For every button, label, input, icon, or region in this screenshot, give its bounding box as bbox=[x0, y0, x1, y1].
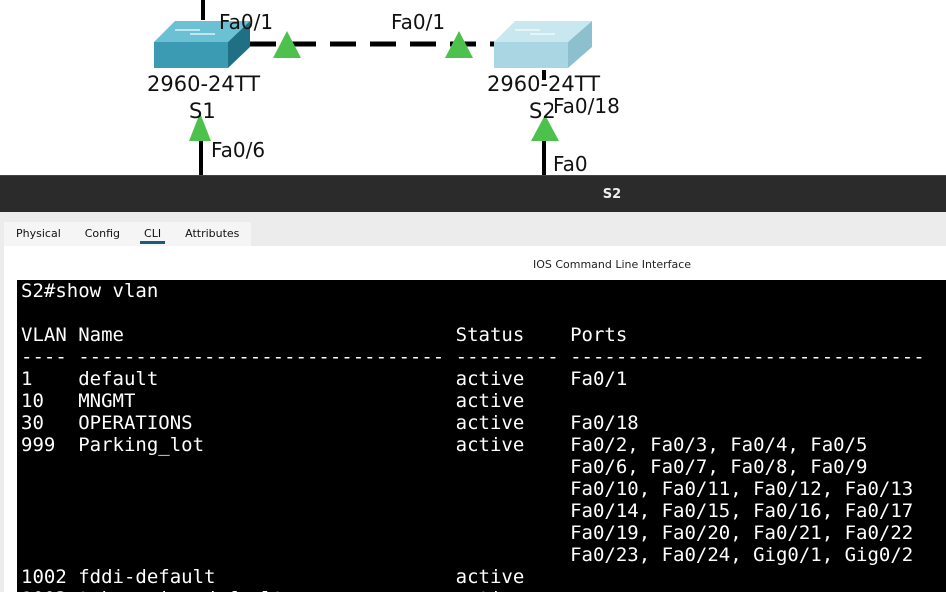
topology-canvas[interactable]: Fa0/1 Fa0/1 2960-24TT S1 Fa0/6 2960-24TT… bbox=[0, 0, 946, 175]
terminal-line: Fa0/14, Fa0/15, Fa0/16, Fa0/17 bbox=[21, 500, 914, 522]
switch-s2-name: S2 bbox=[529, 99, 556, 123]
device-window-title: S2 bbox=[602, 187, 622, 202]
terminal-line: 1 default active Fa0/1 bbox=[21, 368, 628, 390]
cli-terminal-output: S2#show vlan VLAN Name Status Ports ----… bbox=[17, 280, 946, 592]
topology-links bbox=[154, 0, 592, 175]
terminal-line: Fa0/19, Fa0/20, Fa0/21, Fa0/22 bbox=[21, 522, 914, 544]
terminal-line: Fa0/6, Fa0/7, Fa0/8, Fa0/9 bbox=[21, 456, 868, 478]
port-label-s1-fa06: Fa0/6 bbox=[211, 138, 266, 162]
terminal-line: 1003 token-ring-default active bbox=[21, 588, 524, 592]
cli-terminal[interactable]: S2#show vlan VLAN Name Status Ports ----… bbox=[17, 280, 946, 592]
switch-s1-name: S1 bbox=[189, 99, 216, 123]
terminal-line: 10 MNGMT active bbox=[21, 390, 525, 412]
device-tab-bar: Physical Config CLI Attributes bbox=[4, 222, 252, 246]
terminal-line: 1002 fddi-default active bbox=[21, 566, 525, 588]
terminal-line: VLAN Name Status Ports bbox=[21, 324, 628, 346]
tab-cli[interactable]: CLI bbox=[132, 222, 173, 246]
device-window-titlebar[interactable]: S2 bbox=[0, 175, 946, 212]
terminal-line: 30 OPERATIONS active Fa0/18 bbox=[21, 412, 639, 434]
tab-attributes[interactable]: Attributes bbox=[173, 222, 251, 246]
terminal-line: 999 Parking_lot active Fa0/2, Fa0/3, Fa0… bbox=[21, 434, 868, 456]
terminal-line: S2#show vlan bbox=[21, 280, 159, 302]
port-label-s2-fa018: Fa0/18 bbox=[553, 94, 620, 118]
tab-physical[interactable]: Physical bbox=[4, 222, 73, 246]
port-label-s2-bottom: Fa0 bbox=[553, 152, 588, 175]
device-window-body: Physical Config CLI Attributes IOS Comma… bbox=[0, 212, 946, 592]
tab-config[interactable]: Config bbox=[73, 222, 132, 246]
port-label-s1-fa01: Fa0/1 bbox=[219, 10, 274, 34]
terminal-line: Fa0/10, Fa0/11, Fa0/12, Fa0/13 bbox=[21, 478, 914, 500]
switch-s2-model: 2960-24TT bbox=[487, 72, 601, 96]
terminal-line: ---- -------------------------------- --… bbox=[21, 346, 925, 368]
cli-panel-title: IOS Command Line Interface bbox=[532, 258, 692, 271]
switch-s1-model: 2960-24TT bbox=[147, 72, 261, 96]
terminal-line: Fa0/23, Fa0/24, Gig0/1, Gig0/2 bbox=[21, 544, 914, 566]
port-label-s2-fa01: Fa0/1 bbox=[391, 10, 446, 34]
cli-panel: IOS Command Line Interface S2#show vlan … bbox=[4, 246, 946, 592]
switch-s2-icon bbox=[494, 21, 592, 68]
